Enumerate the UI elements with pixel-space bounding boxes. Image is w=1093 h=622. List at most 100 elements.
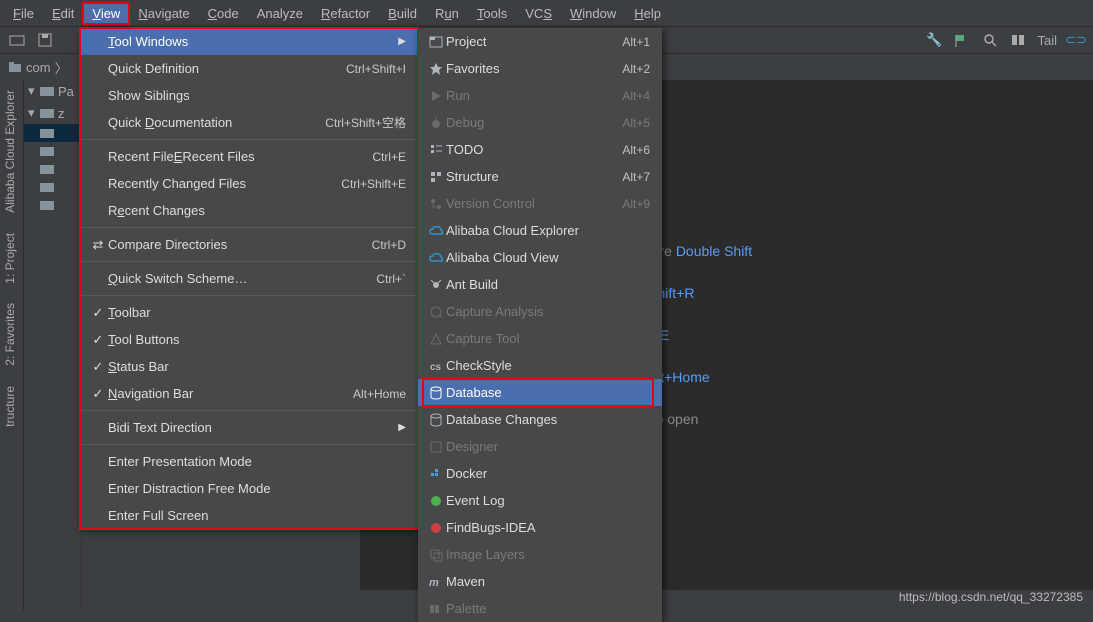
watermark: https://blog.csdn.net/qq_33272385 — [899, 590, 1083, 604]
view-menu-item[interactable]: ✓Navigation BarAlt+Home — [80, 380, 418, 407]
project-panel: ▾Pa▾z — [24, 80, 82, 610]
project-row[interactable]: ▾z — [24, 102, 81, 124]
tool-window-ant-build[interactable]: Ant Build — [418, 271, 662, 298]
wrench-icon[interactable]: 🔧 — [925, 31, 943, 49]
view-menu-item[interactable]: Quick Switch Scheme…Ctrl+` — [80, 265, 418, 292]
ant-icon — [426, 277, 446, 293]
star-icon — [426, 61, 446, 77]
view-menu-item[interactable]: Enter Presentation Mode — [80, 448, 418, 475]
menu-refactor[interactable]: Refactor — [312, 3, 379, 24]
project-row[interactable] — [24, 196, 81, 214]
cs-icon: cs — [426, 358, 446, 374]
left-tool-strip: Alibaba Cloud Explorer1: Project2: Favor… — [0, 80, 24, 610]
tool-window-alibaba-cloud-explorer[interactable]: Alibaba Cloud Explorer — [418, 217, 662, 244]
project-icon — [426, 34, 446, 50]
tool-window-favorites[interactable]: FavoritesAlt+2 — [418, 55, 662, 82]
tool-windows-submenu: ProjectAlt+1FavoritesAlt+2RunAlt+4DebugA… — [418, 28, 662, 622]
menu-build[interactable]: Build — [379, 3, 426, 24]
view-menu-item[interactable]: ✓Toolbar — [80, 299, 418, 326]
palette-icon — [426, 601, 446, 617]
project-row[interactable] — [24, 178, 81, 196]
flag-icon[interactable] — [953, 31, 971, 49]
maven-icon: m — [426, 574, 446, 590]
docker-icon — [426, 466, 446, 482]
cloud-icon — [426, 250, 446, 266]
svg-text:m: m — [429, 577, 439, 589]
tool-window-image-layers[interactable]: Image Layers — [418, 541, 662, 568]
tool-window-structure[interactable]: StructureAlt+7 — [418, 163, 662, 190]
capturetool-icon — [426, 331, 446, 347]
view-menu-item[interactable]: Quick DocumentationCtrl+Shift+空格 — [80, 109, 418, 136]
stack-icon[interactable] — [1009, 31, 1027, 49]
tool-window-database-changes[interactable]: Database Changes — [418, 406, 662, 433]
view-menu-item[interactable]: Recent FileERecent FilesCtrl+E — [80, 143, 418, 170]
menu-edit[interactable]: Edit — [43, 3, 83, 24]
dbchanges-icon — [426, 412, 446, 428]
tool-window-checkstyle[interactable]: csCheckStyle — [418, 352, 662, 379]
svg-text:cs: cs — [430, 362, 442, 373]
view-menu-item[interactable]: ✓Tool Buttons — [80, 326, 418, 353]
bug-icon — [426, 115, 446, 131]
vcs-icon — [426, 196, 446, 212]
tool-window-capture-analysis[interactable]: Capture Analysis — [418, 298, 662, 325]
tool-window-alibaba-cloud-view[interactable]: Alibaba Cloud View — [418, 244, 662, 271]
tool-window-maven[interactable]: mMaven — [418, 568, 662, 595]
view-menu-item[interactable]: Enter Full Screen — [80, 502, 418, 529]
left-tool-0[interactable]: Alibaba Cloud Explorer — [0, 80, 20, 223]
tool-window-event-log[interactable]: Event Log — [418, 487, 662, 514]
view-menu: Tool Windows▶Quick DefinitionCtrl+Shift+… — [80, 28, 418, 529]
breadcrumb-item[interactable]: com — [26, 60, 51, 75]
menu-tools[interactable]: Tools — [468, 3, 516, 24]
event-icon — [426, 493, 446, 509]
view-menu-item[interactable]: Enter Distraction Free Mode — [80, 475, 418, 502]
view-menu-item[interactable]: ⇄Compare DirectoriesCtrl+D — [80, 231, 418, 258]
menu-navigate[interactable]: Navigate — [129, 3, 198, 24]
capture-icon — [426, 304, 446, 320]
search-icon[interactable] — [981, 31, 999, 49]
view-menu-item[interactable]: ✓Status Bar — [80, 353, 418, 380]
menu-code[interactable]: Code — [199, 3, 248, 24]
project-row[interactable] — [24, 160, 81, 178]
todo-icon — [426, 142, 446, 158]
tail-label[interactable]: Tail — [1037, 33, 1057, 48]
tool-window-project[interactable]: ProjectAlt+1 — [418, 28, 662, 55]
view-menu-item[interactable]: Quick DefinitionCtrl+Shift+I — [80, 55, 418, 82]
tool-window-findbugs-idea[interactable]: FindBugs-IDEA — [418, 514, 662, 541]
view-menu-item[interactable]: Show Siblings — [80, 82, 418, 109]
menu-help[interactable]: Help — [625, 3, 670, 24]
view-menu-item[interactable]: Bidi Text Direction▶ — [80, 414, 418, 441]
menu-window[interactable]: Window — [561, 3, 625, 24]
designer-icon — [426, 439, 446, 455]
structure-icon — [426, 169, 446, 185]
view-menu-item[interactable]: Tool Windows▶ — [80, 28, 418, 55]
left-tool-1[interactable]: 1: Project — [0, 223, 20, 294]
tool-window-todo[interactable]: TODOAlt+6 — [418, 136, 662, 163]
save-icon[interactable] — [36, 31, 54, 49]
link-icon[interactable]: ⊂⊃ — [1067, 31, 1085, 49]
project-row[interactable]: ▾Pa — [24, 80, 81, 102]
tool-window-docker[interactable]: Docker — [418, 460, 662, 487]
left-tool-2[interactable]: 2: Favorites — [0, 293, 20, 376]
tool-window-capture-tool[interactable]: Capture Tool — [418, 325, 662, 352]
left-tool-3[interactable]: tructure — [0, 376, 20, 437]
tool-window-debug[interactable]: DebugAlt+5 — [418, 109, 662, 136]
menu-vcs[interactable]: VCS — [516, 3, 561, 24]
project-row[interactable] — [24, 124, 81, 142]
menu-run[interactable]: Run — [426, 3, 468, 24]
view-menu-item[interactable]: Recent Changes — [80, 197, 418, 224]
tool-window-run[interactable]: RunAlt+4 — [418, 82, 662, 109]
play-icon — [426, 88, 446, 104]
tool-window-version-control[interactable]: Version ControlAlt+9 — [418, 190, 662, 217]
tool-window-designer[interactable]: Designer — [418, 433, 662, 460]
project-row[interactable] — [24, 142, 81, 160]
open-icon[interactable] — [8, 31, 26, 49]
tool-window-database[interactable]: Database — [418, 379, 662, 406]
menubar: FileEditViewNavigateCodeAnalyzeRefactorB… — [0, 0, 1093, 26]
findbugs-icon — [426, 520, 446, 536]
menu-analyze[interactable]: Analyze — [248, 3, 312, 24]
view-menu-item[interactable]: Recently Changed FilesCtrl+Shift+E — [80, 170, 418, 197]
layers-icon — [426, 547, 446, 563]
tool-window-palette[interactable]: Palette — [418, 595, 662, 622]
menu-view[interactable]: View — [83, 3, 129, 24]
menu-file[interactable]: File — [4, 3, 43, 24]
